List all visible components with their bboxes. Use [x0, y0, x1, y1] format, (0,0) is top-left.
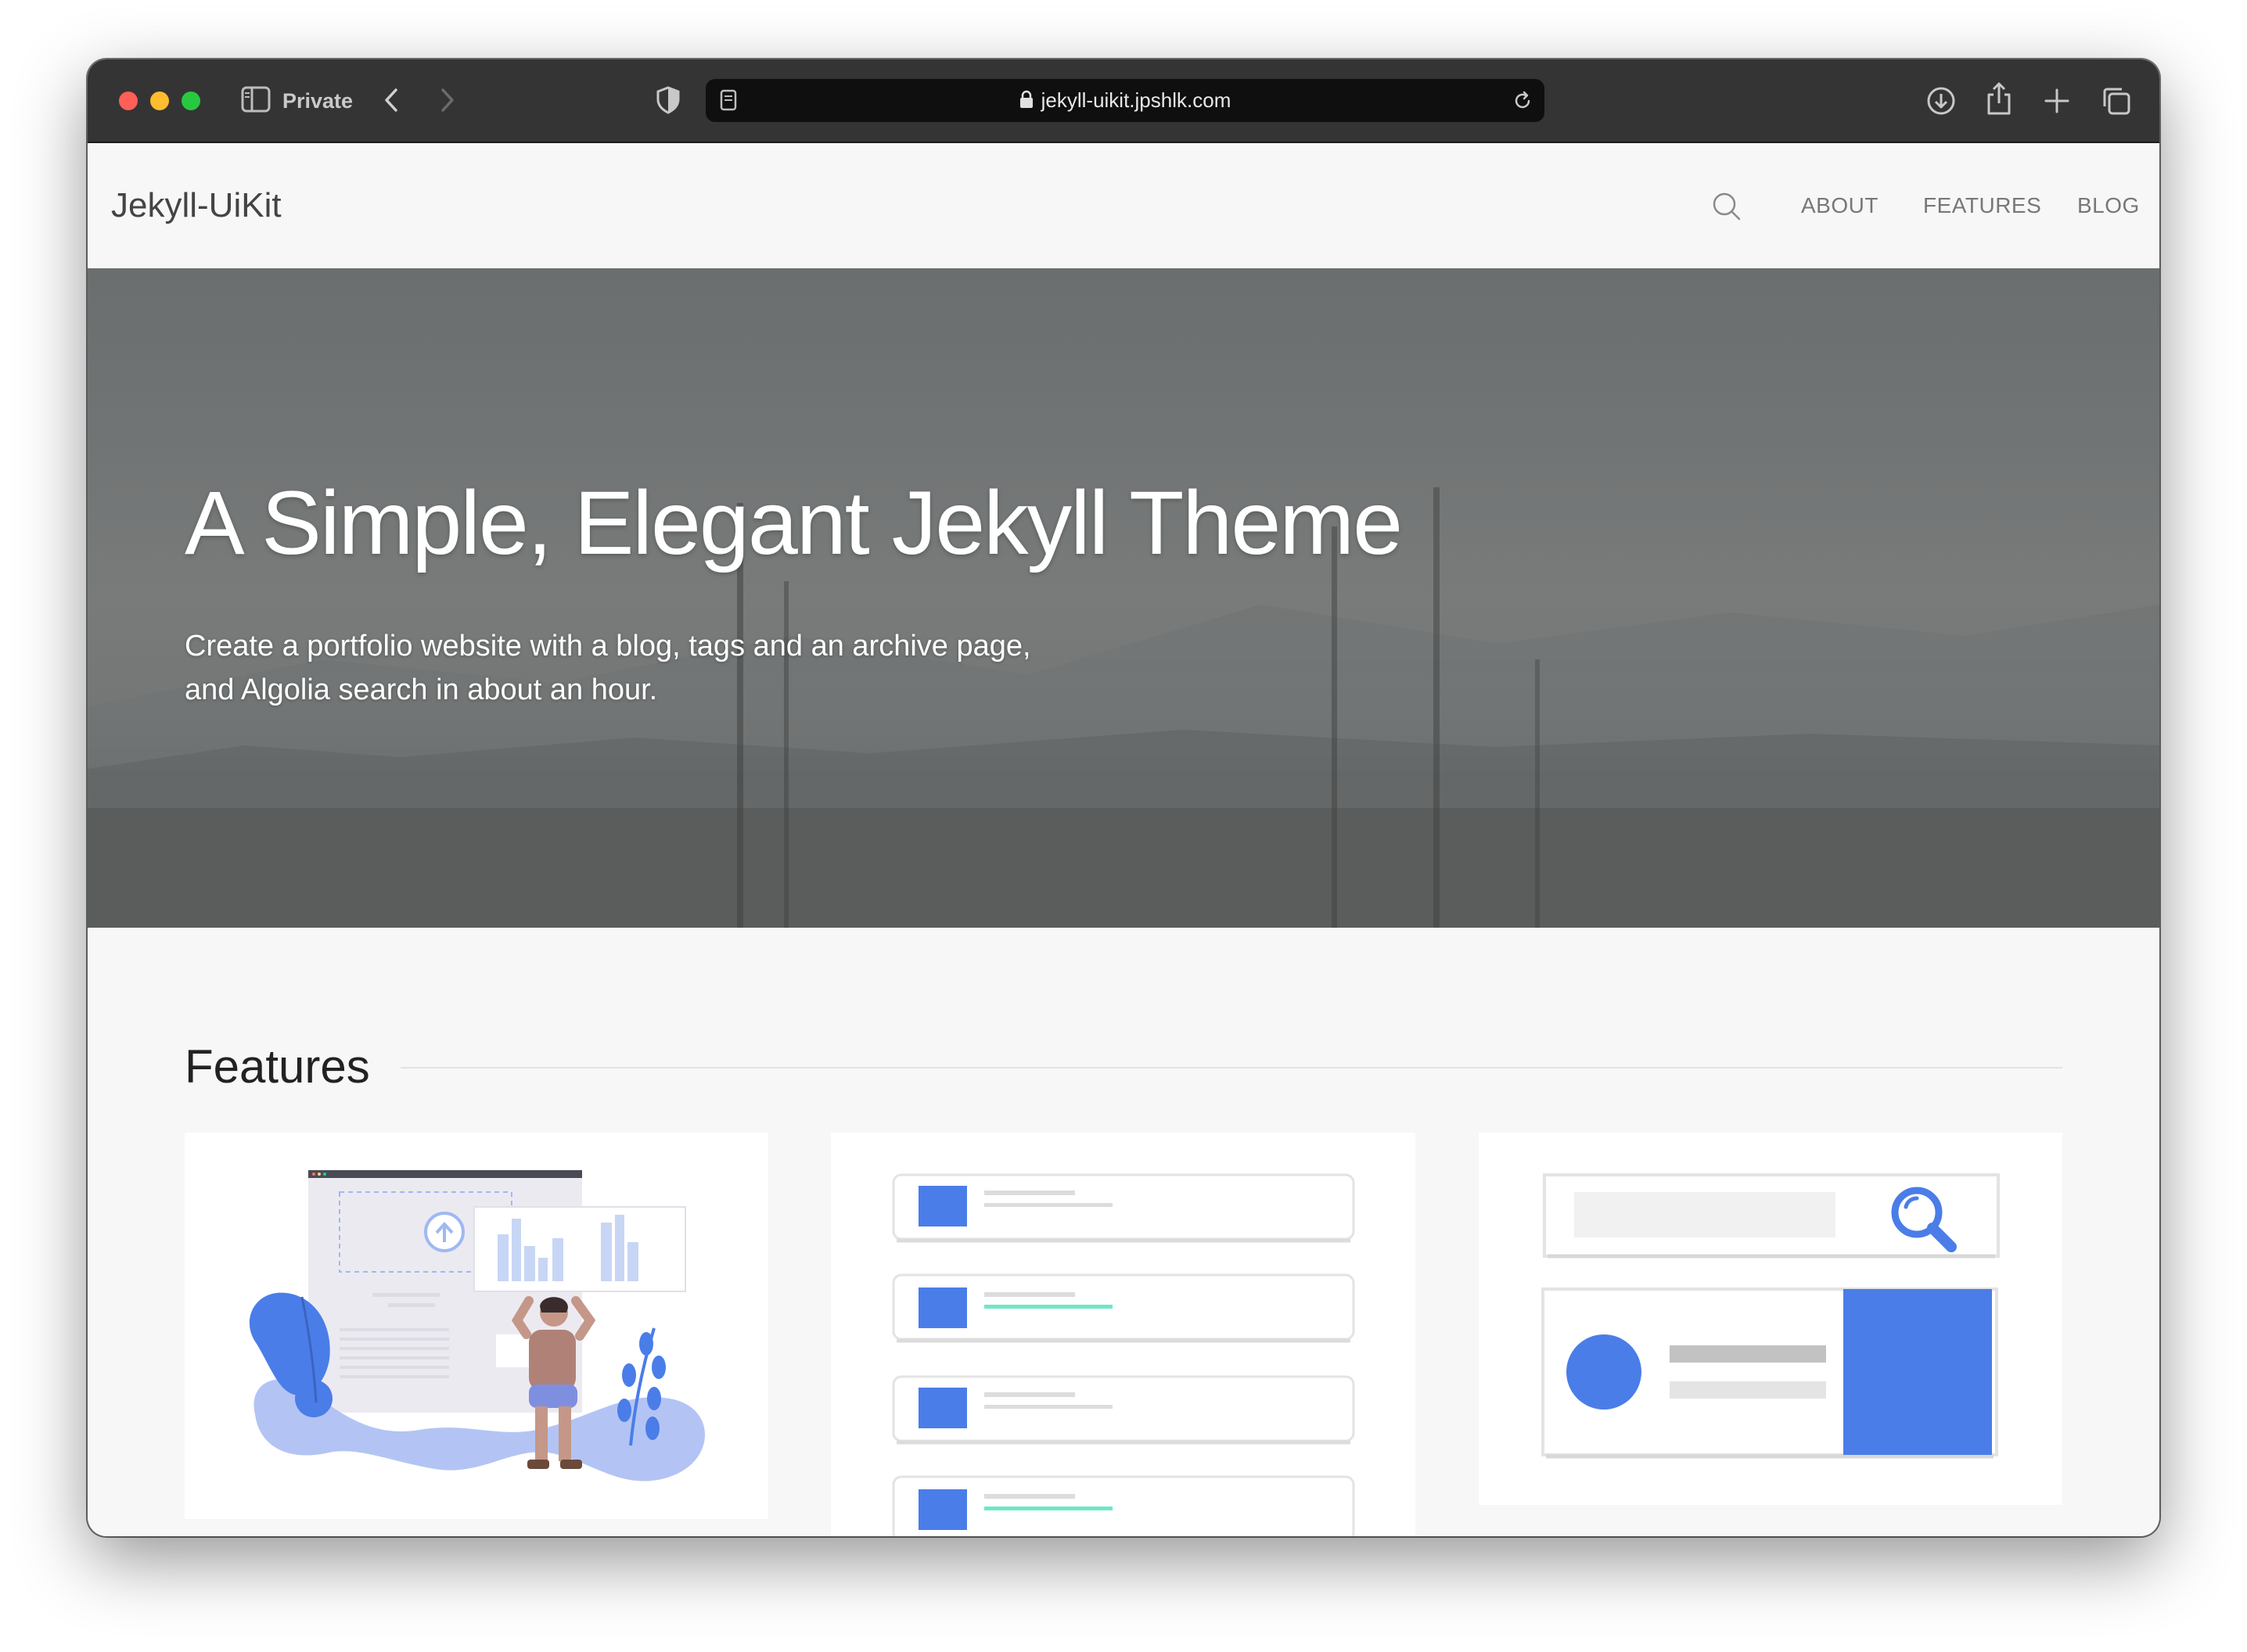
back-icon[interactable] [382, 88, 401, 113]
url-text: jekyll-uikit.jpshlk.com [1041, 88, 1231, 112]
lock-icon [1019, 81, 1034, 124]
hero-subtitle-line-1: Create a portfolio website with a blog, … [185, 630, 1031, 663]
nav-about-link[interactable]: ABOUT [1801, 143, 1878, 268]
private-label: Private [282, 89, 354, 113]
download-icon[interactable] [1926, 86, 1956, 116]
sidebar-icon[interactable] [241, 86, 271, 113]
site-navbar: Jekyll-UiKit ABOUT FEATURES BLOG [88, 143, 2159, 268]
new-tab-icon[interactable] [2044, 88, 2070, 114]
hero-section: A Simple, Elegant Jekyll Theme Create a … [88, 268, 2159, 928]
close-window-button[interactable] [119, 92, 138, 110]
site-brand[interactable]: Jekyll-UiKit [111, 143, 282, 268]
hero-background-image [88, 268, 2159, 928]
search-illustration [1541, 1173, 2000, 1459]
reload-icon[interactable] [1512, 90, 1533, 112]
features-divider [401, 1067, 2062, 1068]
upload-illustration [249, 1170, 706, 1481]
tabs-overview-icon[interactable] [2101, 86, 2131, 116]
hero-title: A Simple, Elegant Jekyll Theme [185, 473, 1403, 573]
shield-icon[interactable] [656, 86, 681, 114]
blog-list-illustration [892, 1173, 1355, 1536]
hero-subtitle: Create a portfolio website with a blog, … [185, 624, 1124, 712]
search-icon[interactable] [1711, 191, 1742, 226]
share-icon[interactable] [1986, 81, 2012, 116]
feature-card-upload[interactable] [185, 1133, 768, 1519]
forward-icon[interactable] [438, 88, 457, 113]
address-bar[interactable]: jekyll-uikit.jpshlk.com [706, 79, 1544, 122]
nav-blog-link[interactable]: BLOG [2077, 143, 2140, 268]
nav-features-link[interactable]: FEATURES [1923, 143, 2041, 268]
feature-card-search[interactable] [1479, 1133, 2062, 1505]
zoom-window-button[interactable] [182, 92, 200, 110]
minimize-window-button[interactable] [150, 92, 169, 110]
hero-subtitle-line-2: and Algolia search in about an hour. [185, 673, 658, 706]
browser-toolbar: Private jekyll-uikit.jpshlk.com [88, 59, 2159, 143]
browser-window: Private jekyll-uikit.jpshlk.com Jekyll-U… [88, 59, 2159, 1536]
features-heading: Features [185, 1040, 370, 1093]
feature-card-blog-list[interactable] [831, 1133, 1415, 1536]
